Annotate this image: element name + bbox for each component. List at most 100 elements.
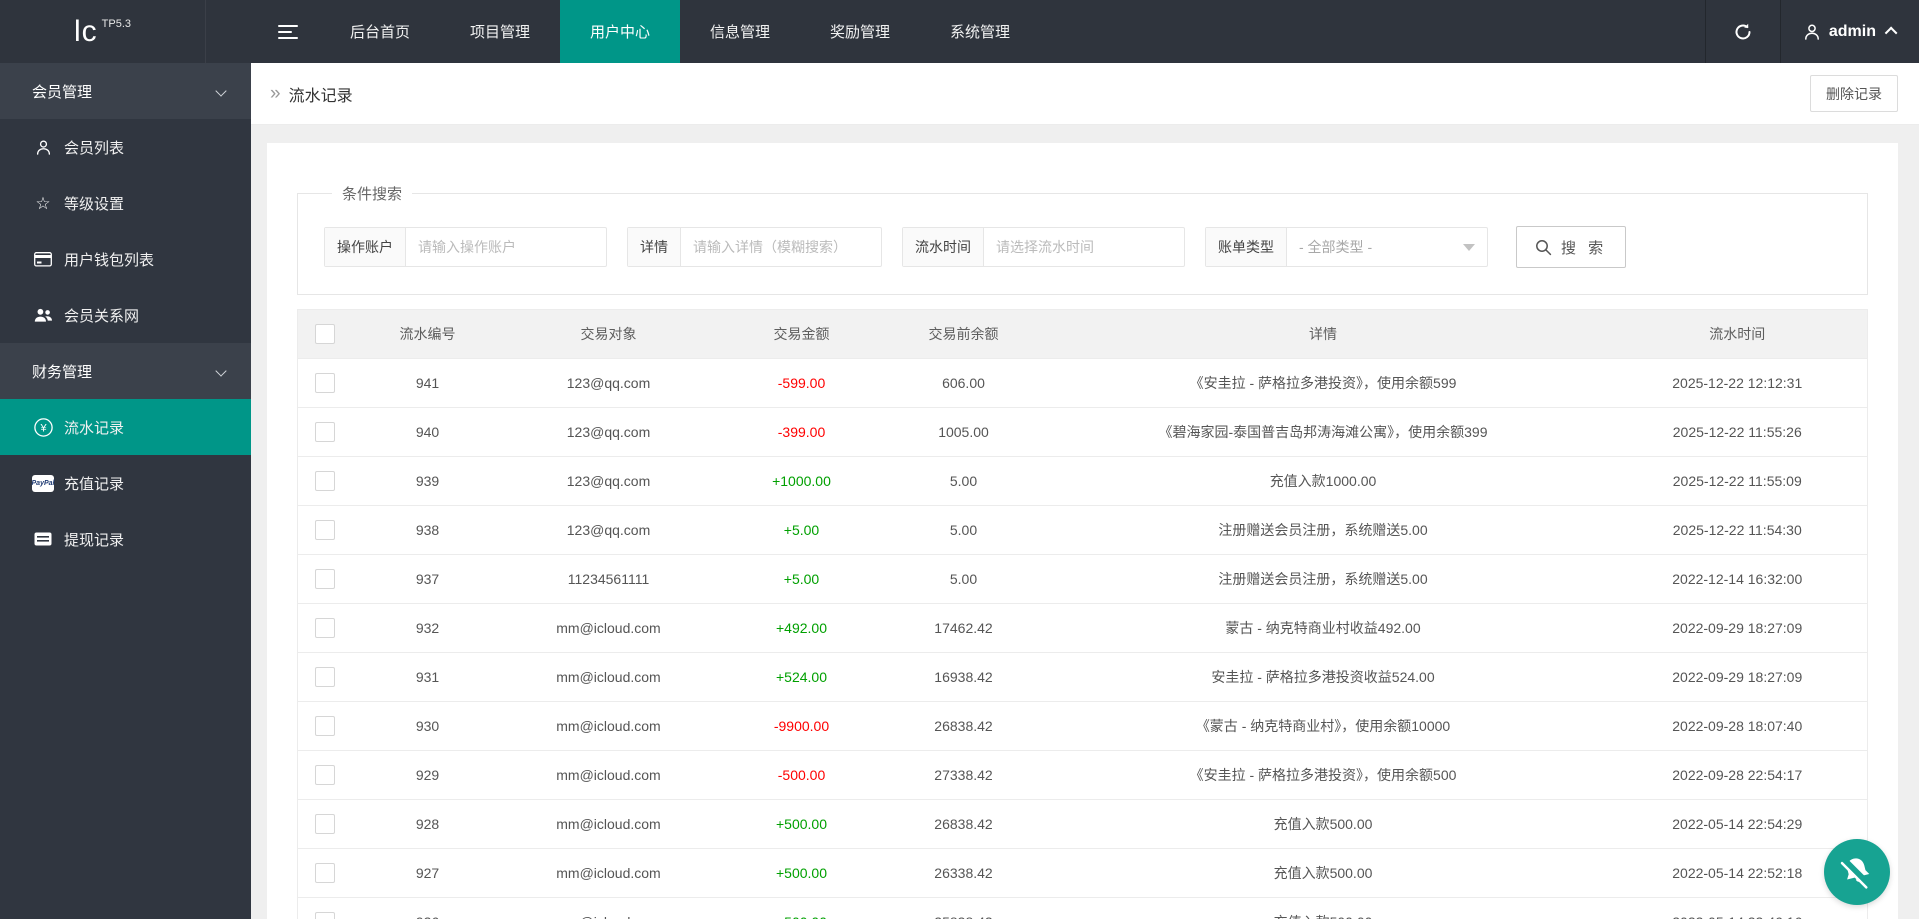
sidebar-item-user-wallets[interactable]: 用户钱包列表 — [0, 231, 251, 287]
cell-balance-before: 25838.42 — [888, 897, 1039, 919]
cell-flow-id: 931 — [352, 652, 503, 702]
col-balance-before: 交易前余额 — [888, 309, 1039, 359]
bill-type-select[interactable]: - 全部类型 - — [1287, 228, 1487, 266]
app-logo[interactable]: lc TP5.3 — [0, 0, 206, 63]
table-row: 928 mm@icloud.com +500.00 26838.42 充值入款5… — [297, 799, 1868, 849]
topnav-item[interactable]: 奖励管理 — [800, 0, 920, 63]
cell-detail: 《安圭拉 - 萨格拉多港投资》，使用余额500 — [1038, 750, 1608, 800]
row-checkbox[interactable] — [315, 863, 336, 883]
detail-input[interactable] — [681, 228, 881, 266]
chevron-down-icon — [215, 85, 227, 97]
cell-detail: 《安圭拉 - 萨格拉多港投资》，使用余额599 — [1038, 358, 1608, 408]
sidebar-item-label: 流水记录 — [64, 419, 125, 437]
cell-detail: 《碧海家园-泰国普吉岛邦涛海滩公寓》，使用余额399 — [1038, 407, 1608, 457]
search-button[interactable]: 搜 索 — [1516, 226, 1627, 268]
breadcrumb-icon: » — [270, 82, 281, 104]
row-checkbox[interactable] — [315, 422, 336, 442]
cell-trade-amount: +500.00 — [714, 799, 889, 849]
cell-balance-before: 26338.42 — [888, 848, 1039, 898]
records-table-wrap: 流水编号 交易对象 交易金额 交易前余额 详情 流水时间 941 123@qq.… — [297, 309, 1868, 919]
table-header-row: 流水编号 交易对象 交易金额 交易前余额 详情 流水时间 — [297, 309, 1868, 359]
select-all-checkbox[interactable] — [315, 324, 336, 344]
row-checkbox[interactable] — [315, 569, 336, 589]
field-label: 流水时间 — [903, 228, 984, 266]
cell-balance-before: 17462.42 — [888, 603, 1039, 653]
sidebar-group-finance-mgmt[interactable]: 财务管理 — [0, 343, 251, 399]
refresh-icon — [1735, 23, 1751, 39]
sidebar-item-flow-records[interactable]: ¥ 流水记录 — [0, 399, 251, 455]
sidebar-item-level-settings[interactable]: ☆ 等级设置 — [0, 175, 251, 231]
topnav-item[interactable]: 信息管理 — [680, 0, 800, 63]
cell-trade-target: mm@icloud.com — [502, 897, 715, 919]
table-row: 941 123@qq.com -599.00 606.00 《安圭拉 - 萨格拉… — [297, 358, 1868, 408]
row-checkbox[interactable] — [315, 667, 336, 687]
notification-bubble-button[interactable] — [1824, 839, 1890, 905]
topbar-right: admin — [1704, 0, 1919, 63]
cell-flow-id: 926 — [352, 897, 503, 919]
search-panel-legend: 条件搜索 — [342, 186, 403, 203]
topnav-item[interactable]: 系统管理 — [920, 0, 1040, 63]
cell-trade-amount: -399.00 — [714, 407, 889, 457]
cell-flow-id: 939 — [352, 456, 503, 506]
flow-time-input[interactable] — [984, 228, 1184, 266]
table-body: 941 123@qq.com -599.00 606.00 《安圭拉 - 萨格拉… — [297, 358, 1868, 919]
topnav-item[interactable]: 项目管理 — [440, 0, 560, 63]
topnav-item[interactable]: 用户中心 — [560, 0, 680, 63]
topbar: lc TP5.3 后台首页 项目管理 用户中心 信息管理 奖励管理 系统管理 admin — [0, 0, 1919, 63]
cell-detail: 蒙古 - 纳克特商业村收益492.00 — [1038, 603, 1608, 653]
search-field-bill-type: 账单类型 - 全部类型 - — [1205, 227, 1488, 267]
sidebar-item-label: 等级设置 — [64, 195, 125, 213]
row-checkbox[interactable] — [315, 373, 336, 393]
row-checkbox[interactable] — [315, 765, 336, 785]
cell-flow-time: 2022-05-14 22:46:16 — [1607, 897, 1868, 919]
logo-version: TP5.3 — [101, 17, 132, 30]
cell-flow-time: 2022-09-28 22:54:17 — [1607, 750, 1868, 800]
row-checkbox[interactable] — [315, 912, 336, 919]
row-checkbox[interactable] — [315, 716, 336, 736]
row-checkbox[interactable] — [315, 471, 336, 491]
sidebar: 会员管理 会员列表 ☆ 等级设置 用户钱包列表 会员关系网 财务管理 ¥ 流水记… — [0, 63, 251, 919]
cell-flow-id: 938 — [352, 505, 503, 555]
table-row: 931 mm@icloud.com +524.00 16938.42 安圭拉 -… — [297, 652, 1868, 702]
cell-trade-amount: +1000.00 — [714, 456, 889, 506]
cell-trade-amount: -500.00 — [714, 750, 889, 800]
paypal-icon: PayPal — [31, 473, 55, 493]
delete-records-button[interactable]: 删除记录 — [1810, 75, 1898, 112]
sidebar-group-label: 会员管理 — [32, 83, 93, 101]
sidebar-item-withdraw-records[interactable]: 提现记录 — [0, 511, 251, 567]
col-detail: 详情 — [1038, 309, 1608, 359]
user-menu[interactable]: admin — [1781, 0, 1919, 63]
sidebar-item-recharge-records[interactable]: PayPal 充值记录 — [0, 455, 251, 511]
cell-trade-target: 123@qq.com — [502, 505, 715, 555]
row-checkbox[interactable] — [315, 520, 336, 540]
sidebar-group-member-mgmt[interactable]: 会员管理 — [0, 63, 251, 119]
sidebar-item-member-network[interactable]: 会员关系网 — [0, 287, 251, 343]
col-flow-id: 流水编号 — [352, 309, 503, 359]
refresh-button[interactable] — [1706, 0, 1780, 63]
sidebar-group-label: 财务管理 — [32, 363, 93, 381]
table-row: 939 123@qq.com +1000.00 5.00 充值入款1000.00… — [297, 456, 1868, 506]
banknote-icon — [33, 529, 53, 549]
records-table: 流水编号 交易对象 交易金额 交易前余额 详情 流水时间 941 123@qq.… — [297, 309, 1868, 919]
search-button-label: 搜 索 — [1561, 239, 1608, 257]
bell-slash-icon — [1840, 857, 1873, 889]
menu-toggle-icon[interactable] — [260, 0, 316, 63]
topnav-item-label: 用户中心 — [589, 24, 650, 41]
row-checkbox[interactable] — [315, 618, 336, 638]
cell-balance-before: 27338.42 — [888, 750, 1039, 800]
topnav-item-label: 奖励管理 — [829, 24, 890, 41]
field-label: 详情 — [628, 228, 681, 266]
cell-flow-time: 2025-12-22 11:55:26 — [1607, 407, 1868, 457]
sidebar-item-member-list[interactable]: 会员列表 — [0, 119, 251, 175]
account-input[interactable] — [406, 228, 606, 266]
user-icon — [1804, 24, 1819, 40]
sidebar-item-label: 充值记录 — [64, 475, 125, 493]
search-field-account: 操作账户 — [324, 227, 607, 267]
row-checkbox[interactable] — [315, 814, 336, 834]
cell-trade-target: mm@icloud.com — [502, 701, 715, 751]
topnav-item[interactable]: 后台首页 — [320, 0, 440, 63]
cell-balance-before: 606.00 — [888, 358, 1039, 408]
cell-flow-time: 2025-12-22 12:12:31 — [1607, 358, 1868, 408]
table-row: 937 11234561111 +5.00 5.00 注册赠送会员注册，系统赠送… — [297, 554, 1868, 604]
cell-trade-amount: +492.00 — [714, 603, 889, 653]
